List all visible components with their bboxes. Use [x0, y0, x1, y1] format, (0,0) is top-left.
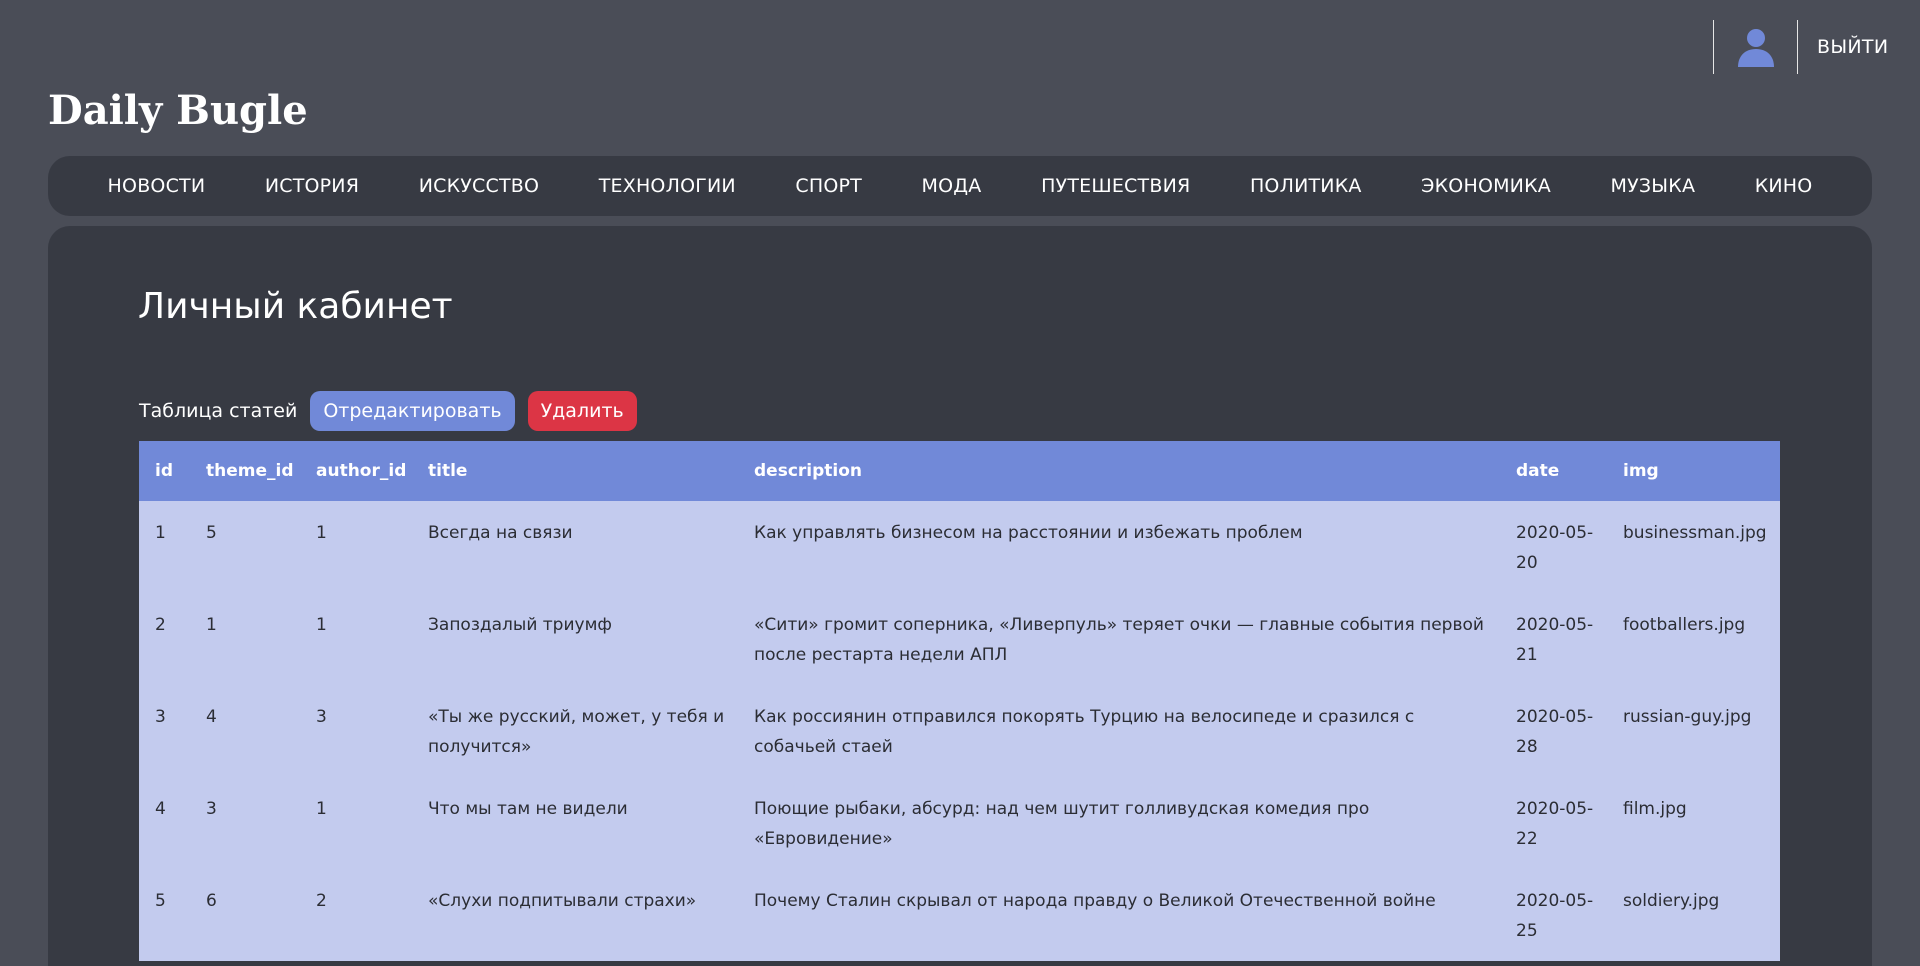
cell-id: 1 — [155, 523, 166, 543]
cell-date: 2020-05-25 — [1516, 891, 1594, 941]
table-row[interactable]: 1 5 1 Всегда на связи Как управлять бизн… — [139, 501, 1780, 593]
nav-item-art[interactable]: ИСКУССТВО — [419, 175, 539, 197]
cell-description: Поющие рыбаки, абсурд: над чем шутит гол… — [754, 799, 1370, 849]
cell-img: businessman.jpg — [1623, 523, 1767, 543]
top-bar: ВЫЙТИ — [1713, 20, 1920, 74]
edit-button[interactable]: Отредактировать — [310, 391, 515, 431]
nav-item-news[interactable]: НОВОСТИ — [108, 175, 206, 197]
column-header-date[interactable]: date — [1500, 441, 1607, 501]
cell-id: 4 — [155, 799, 166, 819]
table-row[interactable]: 2 1 1 Запоздалый триумф «Сити» громит со… — [139, 593, 1780, 685]
cell-title: Всегда на связи — [428, 523, 573, 543]
user-icon — [1737, 29, 1774, 67]
cell-author-id: 1 — [316, 799, 327, 819]
site-logo[interactable]: Daily Bugle — [48, 86, 308, 136]
cell-img: soldiery.jpg — [1623, 891, 1720, 911]
cell-date: 2020-05-28 — [1516, 707, 1594, 757]
cell-date: 2020-05-20 — [1516, 523, 1594, 573]
cell-date: 2020-05-21 — [1516, 615, 1594, 665]
column-header-img[interactable]: img — [1607, 441, 1780, 501]
cell-title: «Слухи подпитывали страхи» — [428, 891, 697, 911]
toolbar-label: Таблица статей — [139, 400, 298, 422]
table-header-row: id theme_id author_id title description … — [139, 441, 1780, 501]
nav-item-economics[interactable]: ЭКОНОМИКА — [1421, 175, 1551, 197]
cell-theme-id: 6 — [206, 891, 217, 911]
cell-description: «Сити» громит соперника, «Ливерпуль» тер… — [754, 615, 1484, 665]
column-header-author-id[interactable]: author_id — [300, 441, 412, 501]
table-row[interactable]: 5 6 2 «Слухи подпитывали страхи» Почему … — [139, 869, 1780, 961]
cell-theme-id: 3 — [206, 799, 217, 819]
cell-author-id: 1 — [316, 615, 327, 635]
nav-item-sport[interactable]: СПОРТ — [795, 175, 862, 197]
cell-author-id: 3 — [316, 707, 327, 727]
cell-img: film.jpg — [1623, 799, 1687, 819]
table-row[interactable]: 3 4 3 «Ты же русский, может, у тебя и по… — [139, 685, 1780, 777]
cell-theme-id: 4 — [206, 707, 217, 727]
table-row[interactable]: 4 3 1 Что мы там не видели Поющие рыбаки… — [139, 777, 1780, 869]
profile-button[interactable] — [1714, 20, 1797, 74]
cell-id: 3 — [155, 707, 166, 727]
cell-title: «Ты же русский, может, у тебя и получитс… — [428, 707, 725, 757]
cell-theme-id: 5 — [206, 523, 217, 543]
logout-button[interactable]: ВЫЙТИ — [1798, 36, 1920, 58]
cell-description: Почему Сталин скрывал от народа правду о… — [754, 891, 1436, 911]
nav-item-cinema[interactable]: КИНО — [1755, 175, 1813, 197]
nav-item-fashion[interactable]: МОДА — [922, 175, 982, 197]
column-header-id[interactable]: id — [139, 441, 190, 501]
cell-id: 5 — [155, 891, 166, 911]
nav-item-technology[interactable]: ТЕХНОЛОГИИ — [599, 175, 736, 197]
cell-date: 2020-05-22 — [1516, 799, 1594, 849]
cell-description: Как управлять бизнесом на расстоянии и и… — [754, 523, 1303, 543]
cell-id: 2 — [155, 615, 166, 635]
cell-theme-id: 1 — [206, 615, 217, 635]
cell-author-id: 1 — [316, 523, 327, 543]
cell-title: Запоздалый триумф — [428, 615, 612, 635]
cell-description: Как россиянин отправился покорять Турцию… — [754, 707, 1415, 757]
articles-table-container[interactable]: id theme_id author_id title description … — [139, 441, 1780, 961]
nav-item-travel[interactable]: ПУТЕШЕСТВИЯ — [1041, 175, 1190, 197]
nav-item-history[interactable]: ИСТОРИЯ — [265, 175, 359, 197]
column-header-title[interactable]: title — [412, 441, 738, 501]
column-header-description[interactable]: description — [738, 441, 1500, 501]
content-panel: Личный кабинет Таблица статей Отредактир… — [48, 226, 1872, 966]
delete-button[interactable]: Удалить — [527, 391, 637, 431]
nav-item-music[interactable]: МУЗЫКА — [1611, 175, 1696, 197]
page-title: Личный кабинет — [138, 286, 453, 327]
table-toolbar: Таблица статей Отредактировать Удалить — [139, 391, 637, 431]
cell-title: Что мы там не видели — [428, 799, 628, 819]
cell-img: russian-guy.jpg — [1623, 707, 1752, 727]
column-header-theme-id[interactable]: theme_id — [190, 441, 300, 501]
cell-img: footballers.jpg — [1623, 615, 1746, 635]
articles-table: id theme_id author_id title description … — [139, 441, 1780, 961]
cell-author-id: 2 — [316, 891, 327, 911]
main-nav: НОВОСТИ ИСТОРИЯ ИСКУССТВО ТЕХНОЛОГИИ СПО… — [48, 156, 1872, 216]
nav-item-politics[interactable]: ПОЛИТИКА — [1250, 175, 1362, 197]
